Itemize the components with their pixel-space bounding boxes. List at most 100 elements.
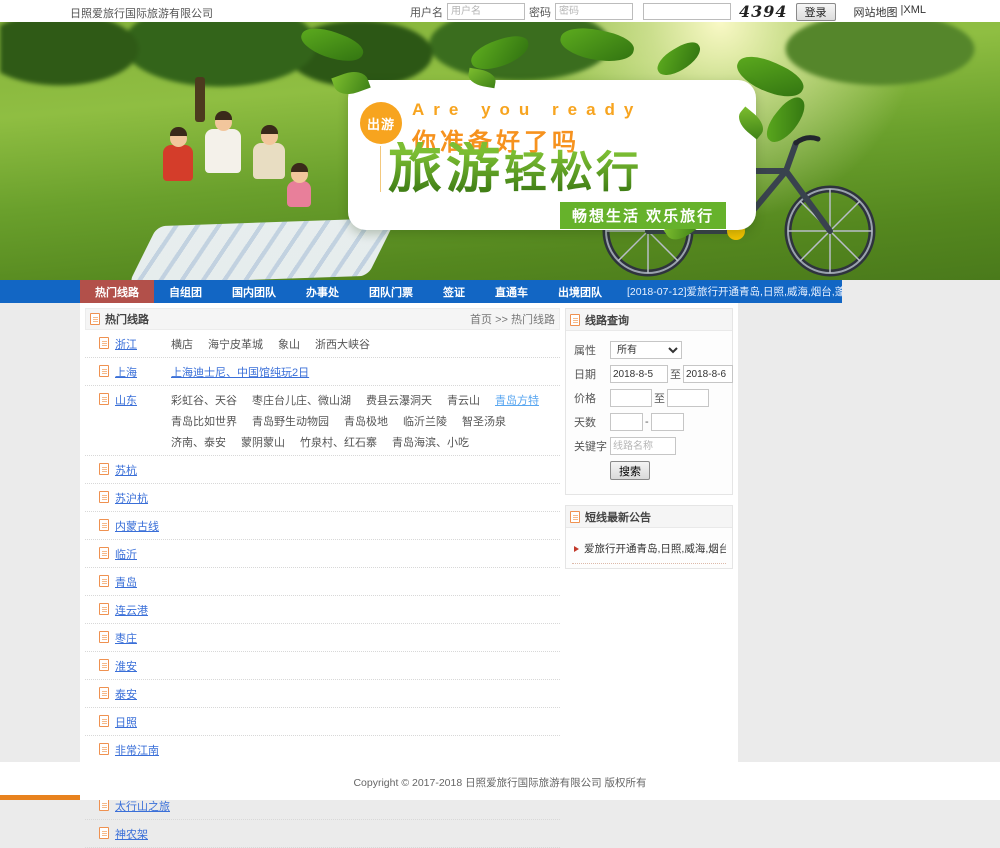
route-row: 苏沪杭 <box>85 484 560 512</box>
document-icon <box>570 511 580 523</box>
route-subitem[interactable]: 海宁皮革城 <box>208 336 263 352</box>
nav-item-5[interactable]: 签证 <box>428 280 480 303</box>
region-link[interactable]: 日照 <box>115 714 171 730</box>
arrow-bullet-icon <box>574 546 579 552</box>
route-subitem[interactable]: 青岛野生动物园 <box>252 413 329 429</box>
route-subitem[interactable]: 青岛方特 <box>495 392 539 408</box>
attribute-label: 属性 <box>574 342 610 358</box>
region-link[interactable]: 苏杭 <box>115 462 171 478</box>
notice-list: 爱旅行开通青岛,日照,威海,烟台,蓬莱... <box>566 528 732 568</box>
top-bar: 日照爱旅行国际旅游有限公司 用户名 密码 4394 登录 网站地图 |XML <box>0 0 1000 22</box>
route-row: 内蒙古线 <box>85 512 560 540</box>
route-subitem[interactable]: 蒙阴蒙山 <box>241 434 285 450</box>
days-from-input[interactable] <box>610 413 643 431</box>
region-link[interactable]: 连云港 <box>115 602 171 618</box>
nav-item-3[interactable]: 办事处 <box>291 280 354 303</box>
login-button[interactable]: 登录 <box>796 3 836 21</box>
hot-routes-panel: 热门线路 首页 >> 热门线路 浙江横店海宁皮革城象山浙西大峡谷上海上海迪士尼、… <box>85 308 560 757</box>
keyword-input[interactable] <box>610 437 676 455</box>
region-link[interactable]: 太行山之旅 <box>115 798 171 814</box>
route-row: 神农架 <box>85 820 560 848</box>
route-subitem[interactable]: 横店 <box>171 336 193 352</box>
route-subitems: 彩虹谷、天谷枣庄台儿庄、微山湖费县云瀑洞天青云山青岛方特青岛比如世界青岛野生动物… <box>171 392 560 450</box>
password-input[interactable] <box>555 3 633 20</box>
nav-item-2[interactable]: 国内团队 <box>217 280 291 303</box>
nav-item-6[interactable]: 直通车 <box>480 280 543 303</box>
region-link[interactable]: 山东 <box>115 392 171 408</box>
route-subitem[interactable]: 上海迪士尼、中国馆纯玩2日 <box>171 364 309 380</box>
region-link[interactable]: 非常江南 <box>115 742 171 758</box>
nav-item-4[interactable]: 团队门票 <box>354 280 428 303</box>
route-subitem[interactable]: 浙西大峡谷 <box>315 336 370 352</box>
route-subitem[interactable]: 彩虹谷、天谷 <box>171 392 237 408</box>
sitemap-link[interactable]: 网站地图 <box>854 4 898 20</box>
search-button[interactable]: 搜索 <box>610 461 650 480</box>
hero-title: 旅游 轻松行 <box>388 142 642 196</box>
document-icon <box>99 715 109 727</box>
attribute-select[interactable]: 所有 <box>610 341 682 359</box>
region-link[interactable]: 浙江 <box>115 336 171 352</box>
date-to-label: 至 <box>670 366 681 382</box>
document-icon <box>99 547 109 559</box>
nav-item-0[interactable]: 热门线路 <box>80 280 154 303</box>
document-icon <box>99 603 109 615</box>
route-subitems: 横店海宁皮革城象山浙西大峡谷 <box>171 336 560 352</box>
hero-tagline-en: Are you ready <box>412 100 642 120</box>
route-subitems: 上海迪士尼、中国馆纯玩2日 <box>171 364 560 380</box>
route-subitem[interactable]: 青岛比如世界 <box>171 413 237 429</box>
region-link[interactable]: 临沂 <box>115 546 171 562</box>
price-to-label: 至 <box>654 390 665 406</box>
region-link[interactable]: 苏沪杭 <box>115 490 171 506</box>
region-link[interactable]: 泰安 <box>115 686 171 702</box>
region-link[interactable]: 神农架 <box>115 826 171 842</box>
route-subitem[interactable]: 象山 <box>278 336 300 352</box>
nav-items: 热门线路自组团国内团队办事处团队门票签证直通车出境团队 <box>80 280 617 303</box>
region-link[interactable]: 上海 <box>115 364 171 380</box>
price-from-input[interactable] <box>610 389 652 407</box>
days-label: 天数 <box>574 414 610 430</box>
date-from-input[interactable] <box>610 365 668 383</box>
document-icon <box>99 463 109 475</box>
notice-panel: 短线最新公告 爱旅行开通青岛,日照,威海,烟台,蓬莱... <box>565 505 733 569</box>
date-to-input[interactable] <box>683 365 733 383</box>
content-area: 热门线路 首页 >> 热门线路 浙江横店海宁皮革城象山浙西大峡谷上海上海迪士尼、… <box>80 303 738 762</box>
days-to-input[interactable] <box>651 413 684 431</box>
route-subitem[interactable]: 费县云瀑洞天 <box>366 392 432 408</box>
hero-title-big: 旅游 <box>388 142 504 196</box>
document-icon <box>99 491 109 503</box>
document-icon <box>99 743 109 755</box>
route-subitem[interactable]: 青岛海滨、小吃 <box>392 434 469 450</box>
region-link[interactable]: 青岛 <box>115 574 171 590</box>
route-subitem[interactable]: 济南、泰安 <box>171 434 226 450</box>
route-search-header: 线路查询 <box>566 309 732 331</box>
document-icon <box>99 519 109 531</box>
username-label: 用户名 <box>410 4 443 20</box>
region-link[interactable]: 内蒙古线 <box>115 518 171 534</box>
nav-news-ticker[interactable]: [2018-07-12]爱旅行开通青岛,日照,威海,烟台,蓬莱,连云港金品五日.… <box>627 280 842 303</box>
document-icon <box>99 393 109 405</box>
route-row: 连云港 <box>85 596 560 624</box>
xml-link[interactable]: |XML <box>901 4 926 20</box>
route-subitem[interactable]: 青岛极地 <box>344 413 388 429</box>
price-to-input[interactable] <box>667 389 709 407</box>
route-subitem[interactable]: 智圣汤泉 <box>462 413 506 429</box>
route-subitem[interactable]: 临沂兰陵 <box>403 413 447 429</box>
copyright-text: Copyright © 2017-2018 日照爱旅行国际旅游有限公司 版权所有 <box>0 775 1000 790</box>
region-link[interactable]: 淮安 <box>115 658 171 674</box>
nav-item-1[interactable]: 自组团 <box>154 280 217 303</box>
route-subitem[interactable]: 枣庄台儿庄、微山湖 <box>252 392 351 408</box>
nav-item-7[interactable]: 出境团队 <box>543 280 617 303</box>
footer-accent-bar <box>0 795 80 800</box>
route-subitem[interactable]: 青云山 <box>447 392 480 408</box>
login-cluster: 用户名 密码 4394 登录 网站地图 |XML <box>410 2 926 21</box>
captcha-input[interactable] <box>643 3 731 20</box>
hero-subtitle: 畅想生活 欢乐旅行 <box>560 202 726 229</box>
document-icon <box>570 314 580 326</box>
hot-routes-title: 热门线路 <box>105 311 149 327</box>
route-subitem[interactable]: 竹泉村、红石寨 <box>300 434 377 450</box>
document-icon <box>99 337 109 349</box>
region-link[interactable]: 枣庄 <box>115 630 171 646</box>
notice-link[interactable]: 爱旅行开通青岛,日照,威海,烟台,蓬莱... <box>584 541 726 556</box>
username-input[interactable] <box>447 3 525 20</box>
breadcrumb[interactable]: 首页 >> 热门线路 <box>470 311 555 327</box>
